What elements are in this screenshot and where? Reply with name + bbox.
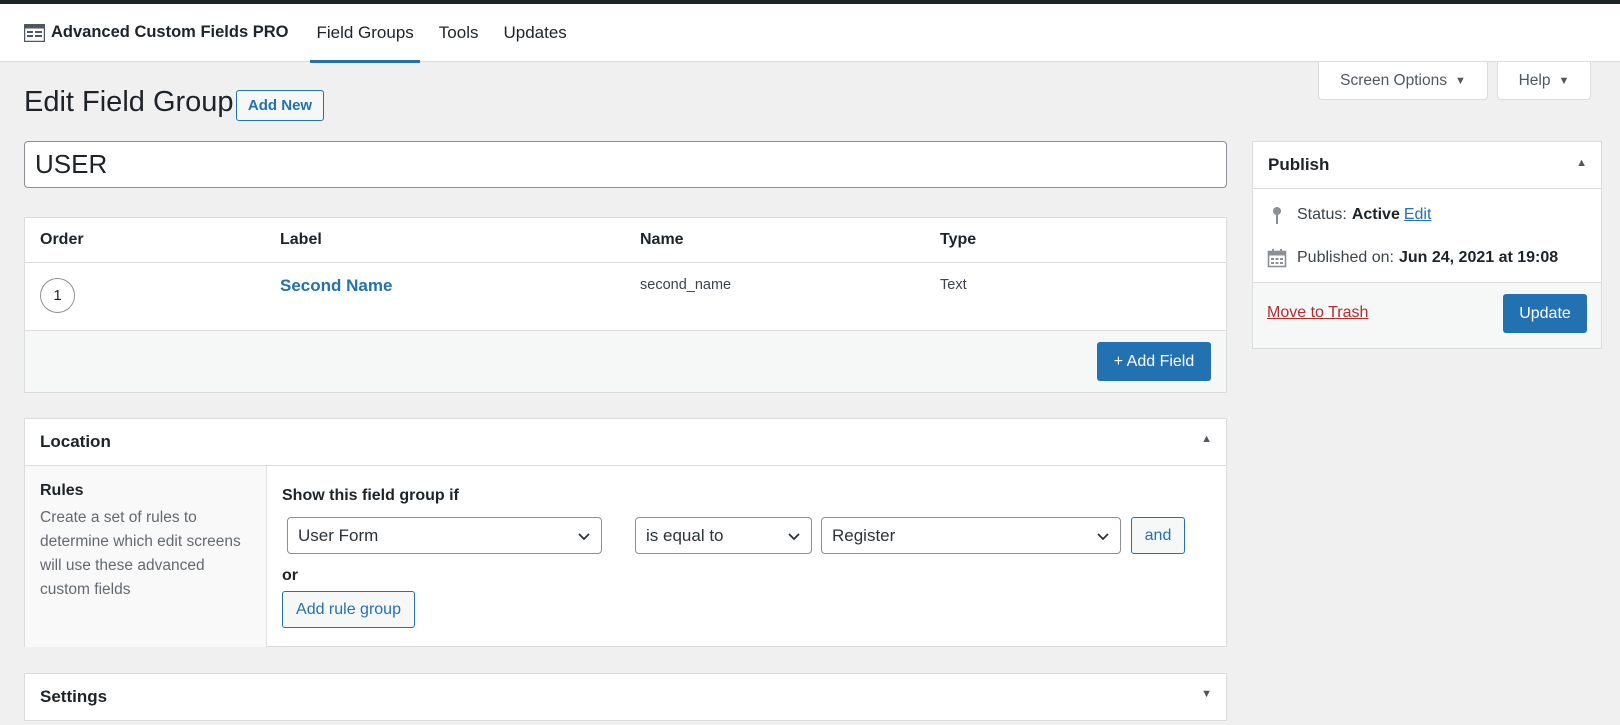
fields-table: Order Label Name Type 1 Second Name seco… bbox=[24, 217, 1227, 393]
caret-down-icon: ▼ bbox=[1558, 74, 1570, 87]
location-postbox: Location ▲ Rules Create a set of rules t… bbox=[24, 418, 1227, 647]
tab-updates[interactable]: Updates bbox=[497, 4, 572, 62]
published-label: Published on: bbox=[1297, 249, 1394, 266]
rule-value-select[interactable]: Register bbox=[821, 517, 1121, 554]
field-name: second_name bbox=[640, 277, 732, 293]
published-row: Published on: Jun 24, 2021 at 19:08 bbox=[1267, 248, 1558, 268]
tab-field-groups[interactable]: Field Groups bbox=[310, 4, 421, 63]
column-label: Label bbox=[280, 231, 322, 248]
fields-table-header: Order Label Name Type bbox=[25, 218, 1226, 263]
chevron-down-icon bbox=[1096, 528, 1110, 542]
field-type: Text bbox=[940, 277, 967, 293]
column-type: Type bbox=[940, 231, 977, 248]
screen-options-label: Screen Options bbox=[1340, 71, 1447, 89]
settings-title: Settings bbox=[40, 687, 108, 706]
rules-description-panel: Rules Create a set of rules to determine… bbox=[25, 466, 267, 647]
publish-title: Publish bbox=[1268, 155, 1330, 174]
update-button[interactable]: Update bbox=[1503, 294, 1587, 333]
add-rule-group-button[interactable]: Add rule group bbox=[282, 591, 415, 628]
screen-options-button[interactable]: Screen Options ▼ bbox=[1318, 62, 1488, 100]
publish-actions: Move to Trash Update bbox=[1253, 282, 1601, 348]
location-title: Location bbox=[40, 432, 111, 451]
status-edit-link[interactable]: Edit bbox=[1404, 206, 1432, 224]
column-order: Order bbox=[40, 231, 84, 248]
rule-param-value: User Form bbox=[298, 525, 379, 545]
field-label-link[interactable]: Second Name bbox=[280, 276, 392, 296]
collapse-up-icon[interactable]: ▲ bbox=[1201, 433, 1212, 445]
fields-table-footer: + Add Field bbox=[25, 331, 1226, 392]
add-field-button[interactable]: + Add Field bbox=[1097, 342, 1211, 381]
help-button[interactable]: Help ▼ bbox=[1497, 62, 1591, 100]
collapse-down-icon[interactable]: ▼ bbox=[1201, 688, 1212, 700]
page-title: Edit Field Group bbox=[24, 86, 234, 118]
status-value: Active bbox=[1351, 206, 1400, 223]
publish-postbox-header[interactable]: Publish ▲ bbox=[1253, 142, 1601, 189]
settings-postbox: Settings ▼ bbox=[24, 673, 1227, 721]
rule-value-value: Register bbox=[832, 525, 896, 545]
rules-panel: Show this field group if User Form is eq… bbox=[267, 466, 1226, 647]
brand: Advanced Custom Fields PRO bbox=[23, 23, 289, 42]
acf-admin-header: Advanced Custom Fields PRO Field Groups … bbox=[0, 4, 1620, 63]
acf-logo-icon bbox=[23, 23, 46, 42]
add-and-rule-button[interactable]: and bbox=[1131, 517, 1185, 554]
chevron-down-icon bbox=[577, 528, 591, 542]
rule-param-select[interactable]: User Form bbox=[287, 517, 602, 554]
caret-down-icon: ▼ bbox=[1454, 74, 1466, 87]
show-if-label: Show this field group if bbox=[282, 487, 459, 504]
status-row: Status: Active Edit bbox=[1267, 205, 1431, 225]
help-label: Help bbox=[1518, 71, 1551, 89]
rule-operator-select[interactable]: is equal to bbox=[635, 517, 812, 554]
rule-operator-value: is equal to bbox=[646, 525, 724, 545]
pin-icon bbox=[1267, 205, 1287, 225]
table-row[interactable]: 1 Second Name second_name Text bbox=[25, 263, 1226, 331]
published-value: Jun 24, 2021 at 19:08 bbox=[1398, 249, 1559, 266]
chevron-down-icon bbox=[787, 528, 801, 542]
or-label: or bbox=[282, 567, 298, 584]
field-group-title-input[interactable]: USER bbox=[24, 141, 1227, 188]
add-new-button[interactable]: Add New bbox=[236, 90, 324, 121]
location-postbox-header[interactable]: Location ▲ bbox=[25, 419, 1226, 465]
rules-label: Rules bbox=[40, 482, 84, 499]
move-to-trash-link[interactable]: Move to Trash bbox=[1267, 304, 1368, 322]
tab-tools[interactable]: Tools bbox=[433, 4, 485, 62]
collapse-up-icon[interactable]: ▲ bbox=[1576, 157, 1587, 169]
brand-title: Advanced Custom Fields PRO bbox=[51, 23, 289, 41]
publish-postbox: Publish ▲ Status: Active Edit Published … bbox=[1252, 141, 1602, 349]
acf-nav: Field Groups Tools Updates bbox=[310, 4, 585, 63]
calendar-icon bbox=[1267, 248, 1287, 268]
settings-postbox-header[interactable]: Settings ▼ bbox=[25, 674, 1226, 720]
location-body: Rules Create a set of rules to determine… bbox=[25, 465, 1226, 647]
status-label: Status: bbox=[1297, 206, 1347, 223]
field-order-badge[interactable]: 1 bbox=[40, 278, 75, 313]
column-name: Name bbox=[640, 231, 684, 248]
rules-description: Create a set of rules to determine which… bbox=[40, 509, 241, 598]
